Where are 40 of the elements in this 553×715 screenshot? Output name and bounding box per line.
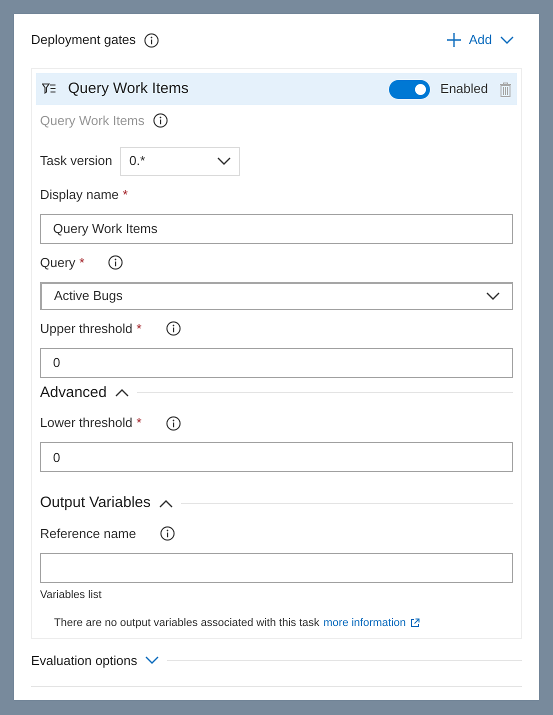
required-mark: * [122,186,128,204]
empty-message: There are no output variables associated with this task [54,616,320,631]
plus-icon [446,33,461,47]
chevron-up-icon [114,388,129,398]
filter-list-icon [42,83,56,95]
field-label: Task version [40,152,112,170]
section-title: Deployment gates [31,31,136,50]
required-mark: * [136,320,142,338]
trash-icon [500,82,511,96]
required-mark: * [79,254,84,272]
toggle-label: Enabled [440,80,488,98]
version-dropdown[interactable]: 0.* [120,146,240,176]
section-toggle[interactable]: Output Variables [40,492,173,514]
external-link-icon [410,618,420,628]
info-icon [152,113,168,128]
section-toggle[interactable]: Advanced [40,382,129,404]
chevron-down-icon [486,292,500,300]
text-field[interactable]: Query Work Items [40,214,513,244]
chevron-up-icon [158,498,173,508]
more-information-link[interactable]: more information [323,615,406,632]
list-label: Variables list [40,588,103,602]
field-label: Display name [40,186,119,204]
field-label: Upper threshold [40,320,132,338]
field-label: Query [40,254,76,272]
chevron-down-icon [217,156,232,166]
field-label: Lower threshold [40,414,132,432]
field-label: Reference name [40,524,136,543]
chevron-down-icon [145,656,160,665]
required-mark: * [136,414,142,432]
query-dropdown[interactable]: Active Bugs [40,282,513,310]
info-icon [144,32,159,48]
enabled-toggle[interactable] [389,80,430,98]
text-field[interactable] [40,552,513,582]
chevron-down-icon [500,36,514,44]
gate-subtitle: Query Work Items [40,112,145,130]
gate-name: Query Work Items [68,78,189,99]
add-button[interactable]: Add [446,30,514,50]
text-field[interactable]: 0 [40,442,513,472]
text-field[interactable]: 0 [40,348,513,378]
section-toggle[interactable]: Evaluation options [31,650,160,670]
